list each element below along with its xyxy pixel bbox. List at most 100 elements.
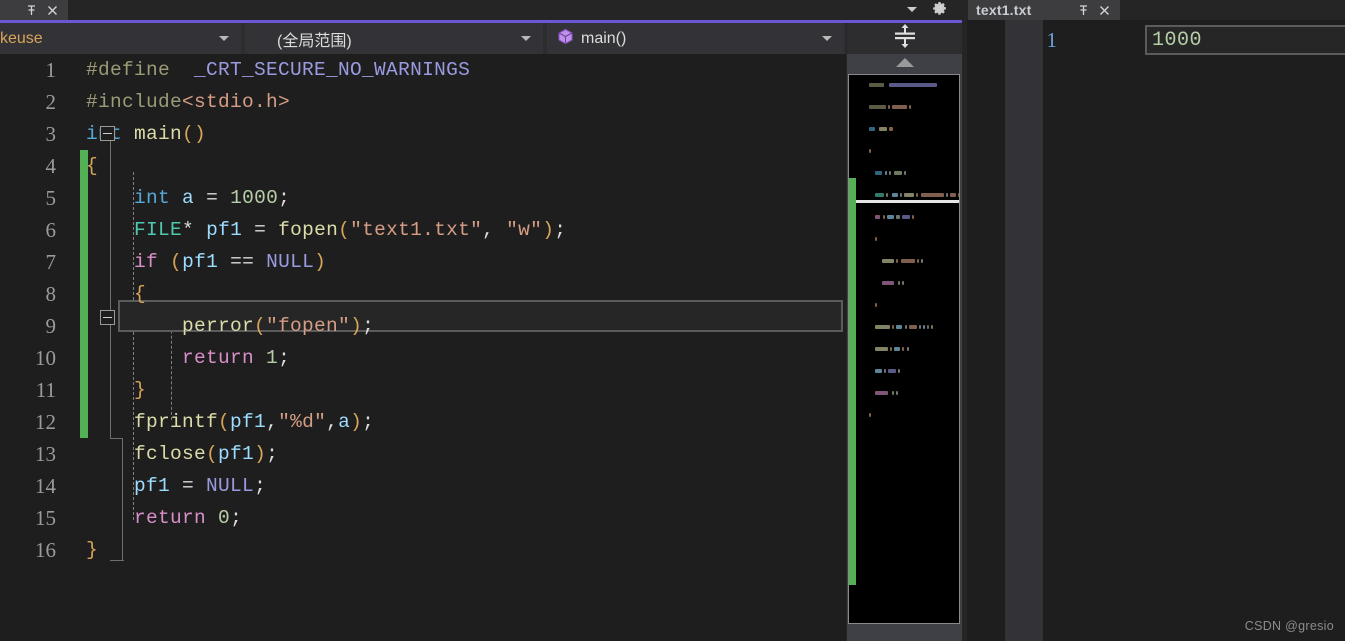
code-line[interactable]: 16} bbox=[0, 534, 846, 566]
code-token: #define bbox=[86, 59, 171, 81]
minimap-token bbox=[899, 193, 902, 197]
code-token: () bbox=[182, 123, 207, 145]
code-editor[interactable]: 1 #define _CRT_SECURE_NO_WARNINGS 2 #includ… bbox=[0, 54, 846, 641]
text-file-line-number: 1 bbox=[1046, 27, 1058, 52]
code-token: a bbox=[338, 411, 351, 433]
minimap-token bbox=[927, 325, 930, 329]
code-line[interactable]: 12 fprintf(pf1,"%d",a); bbox=[0, 406, 846, 438]
minimap-token bbox=[869, 149, 872, 153]
gear-icon[interactable] bbox=[932, 1, 947, 21]
watermark: CSDN @gresio bbox=[1244, 619, 1334, 633]
minimap-token bbox=[896, 259, 899, 263]
chevron-down-icon[interactable] bbox=[822, 36, 832, 41]
minimap-token bbox=[895, 391, 898, 395]
line-number: 5 bbox=[45, 185, 57, 210]
code-token: pf1 bbox=[182, 251, 219, 273]
minimap-token bbox=[900, 259, 916, 263]
chevron-down-icon[interactable] bbox=[905, 2, 919, 21]
minimap-token bbox=[917, 259, 920, 263]
code-token: 1 bbox=[266, 347, 279, 369]
code-token: == bbox=[218, 251, 267, 273]
minimap-token bbox=[875, 325, 891, 329]
code-token: } bbox=[86, 539, 99, 561]
member-dropdown[interactable]: main() bbox=[547, 23, 846, 54]
close-icon[interactable] bbox=[1098, 4, 1111, 17]
code-token: main bbox=[134, 123, 183, 145]
minimap-change-bar bbox=[849, 178, 856, 585]
split-view-button[interactable] bbox=[846, 23, 963, 54]
tab-source-file[interactable] bbox=[0, 0, 68, 20]
minimap-token bbox=[923, 325, 926, 329]
tab-strip: text1.txt bbox=[0, 0, 1345, 20]
tab-text1-txt[interactable]: text1.txt bbox=[968, 0, 1120, 20]
code-line[interactable]: 14 pf1 = NULL; bbox=[0, 470, 846, 502]
code-line[interactable]: 2 #include<stdio.h> bbox=[0, 86, 846, 118]
minimap-token bbox=[945, 193, 948, 197]
minimap-token bbox=[875, 215, 880, 219]
minimap-token bbox=[881, 259, 895, 263]
minimap-token bbox=[890, 347, 893, 351]
minimap-column[interactable] bbox=[846, 54, 963, 641]
code-token: ( bbox=[338, 219, 351, 241]
line-number: 7 bbox=[45, 249, 57, 274]
minimap-token bbox=[908, 325, 917, 329]
split-horizontal-icon bbox=[893, 23, 917, 54]
line-number: 6 bbox=[45, 217, 57, 242]
fold-toggle-line7[interactable] bbox=[100, 310, 115, 325]
panel-divider[interactable] bbox=[962, 20, 967, 641]
line-number: 15 bbox=[35, 505, 56, 530]
code-token: ; bbox=[278, 347, 291, 369]
minimap[interactable] bbox=[848, 74, 960, 624]
code-token: stdio.h bbox=[194, 91, 279, 113]
minimap-token bbox=[896, 325, 903, 329]
code-line[interactable]: 10 return 1; bbox=[0, 342, 846, 374]
minimap-token bbox=[919, 325, 922, 329]
minimap-viewport-indicator[interactable] bbox=[849, 75, 959, 203]
text-file-panel[interactable]: 1 1000 CSDN @gresio bbox=[962, 20, 1345, 641]
code-line[interactable]: 3int main() bbox=[0, 118, 846, 150]
line-number: 14 bbox=[35, 473, 56, 498]
chevron-down-icon[interactable] bbox=[219, 36, 229, 41]
text-file-content-box[interactable]: 1000 bbox=[1145, 25, 1345, 55]
structure-guide-body-foot bbox=[110, 560, 124, 561]
code-text: return 0; bbox=[86, 507, 242, 529]
code-token: "fopen" bbox=[266, 315, 351, 337]
code-line[interactable]: 1 #define _CRT_SECURE_NO_WARNINGS bbox=[0, 54, 846, 86]
minimap-token bbox=[869, 83, 884, 87]
scroll-up-button[interactable] bbox=[847, 54, 963, 74]
line-number: 16 bbox=[35, 537, 56, 562]
code-line[interactable]: 15 return 0; bbox=[0, 502, 846, 534]
close-icon[interactable] bbox=[46, 4, 59, 17]
code-line[interactable]: 11 } bbox=[0, 374, 846, 406]
code-line[interactable]: 7 if (pf1 == NULL) bbox=[0, 246, 846, 278]
fold-toggle-line3[interactable] bbox=[100, 126, 115, 141]
code-token: ) bbox=[314, 251, 327, 273]
minimap-token bbox=[958, 193, 959, 197]
line-number: 9 bbox=[45, 313, 57, 338]
project-dropdown[interactable]: keuse bbox=[0, 23, 243, 54]
code-line[interactable]: 6 FILE* pf1 = fopen("text1.txt", "w"); bbox=[0, 214, 846, 246]
code-token: #include bbox=[86, 91, 183, 113]
minimap-token bbox=[869, 127, 876, 131]
pin-icon[interactable] bbox=[1077, 4, 1090, 17]
code-line[interactable]: 4{ bbox=[0, 150, 846, 182]
line-number: 11 bbox=[35, 377, 56, 402]
code-line[interactable]: 5 int a = 1000; bbox=[0, 182, 846, 214]
line-number: 2 bbox=[45, 89, 57, 114]
line-number: 10 bbox=[35, 345, 56, 370]
scope-dropdown[interactable]: (全局范围) bbox=[245, 23, 545, 54]
code-text: FILE* pf1 = fopen("text1.txt", "w"); bbox=[86, 219, 566, 241]
code-token: = bbox=[242, 219, 279, 241]
pin-icon[interactable] bbox=[25, 4, 38, 17]
minimap-token bbox=[883, 215, 886, 219]
code-line[interactable]: 13 fclose(pf1); bbox=[0, 438, 846, 470]
line-number: 8 bbox=[45, 281, 57, 306]
code-token: fopen bbox=[278, 219, 339, 241]
minimap-token bbox=[875, 237, 878, 241]
chevron-down-icon[interactable] bbox=[521, 36, 531, 41]
